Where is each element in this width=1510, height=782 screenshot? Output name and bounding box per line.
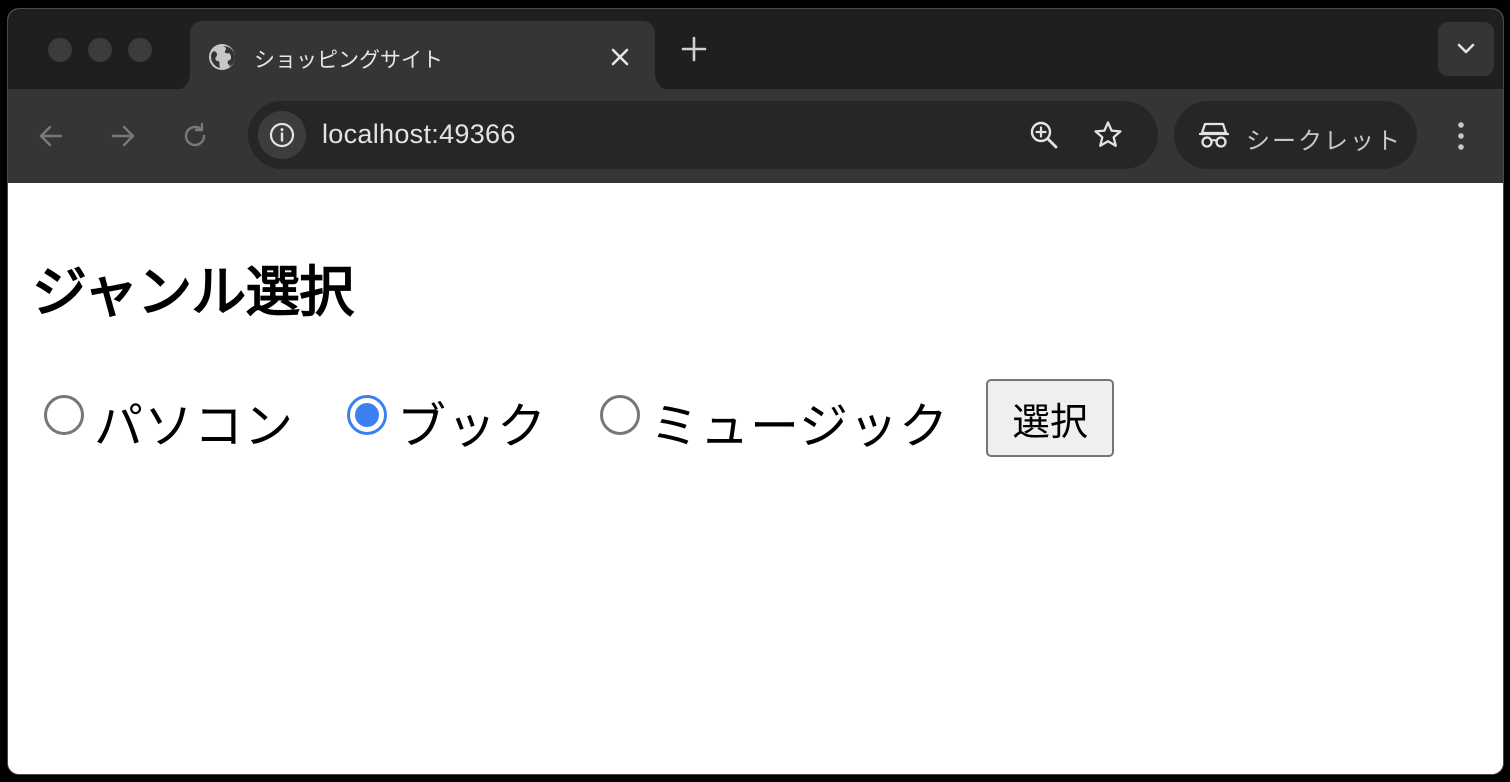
more-vertical-icon[interactable] <box>1448 119 1474 153</box>
incognito-indicator[interactable]: シークレット <box>1174 101 1417 169</box>
radio-pc[interactable] <box>44 395 84 435</box>
page-content: ジャンル選択 パソコン ブック ミュージック 選択 <box>8 183 1503 774</box>
window-minimize-dot[interactable] <box>88 38 112 62</box>
browser-toolbar: localhost:49366 シークレット <box>8 89 1503 183</box>
info-icon <box>269 122 295 148</box>
new-tab-icon[interactable] <box>680 35 708 63</box>
radio-book[interactable] <box>347 395 387 435</box>
genre-option-label: ブック <box>397 398 548 455</box>
window-close-dot[interactable] <box>48 38 72 62</box>
tab-search-button[interactable] <box>1438 22 1494 76</box>
bookmark-star-icon[interactable] <box>1092 119 1124 151</box>
chevron-down-icon <box>1457 43 1475 54</box>
globe-icon <box>209 44 235 70</box>
close-icon[interactable] <box>608 45 632 69</box>
zoom-in-icon[interactable] <box>1028 119 1060 151</box>
browser-window: ショッピングサイト localhost:49366 シークレット ジャンル選択 … <box>7 8 1504 775</box>
incognito-icon <box>1198 122 1230 148</box>
genre-option-label: パソコン <box>94 398 295 455</box>
address-bar[interactable]: localhost:49366 <box>248 101 1158 169</box>
url-text[interactable]: localhost:49366 <box>322 119 516 150</box>
site-info-button[interactable] <box>258 111 306 159</box>
genre-option-label: ミュージック <box>650 398 950 455</box>
window-zoom-dot[interactable] <box>128 38 152 62</box>
tab-title: ショッピングサイト <box>254 48 443 72</box>
incognito-label: シークレット <box>1246 127 1402 155</box>
select-submit-button[interactable]: 選択 <box>986 379 1114 457</box>
forward-arrow-icon[interactable] <box>108 121 138 151</box>
back-arrow-icon[interactable] <box>36 121 66 151</box>
browser-tab-active[interactable]: ショッピングサイト <box>174 21 671 91</box>
radio-music[interactable] <box>600 395 640 435</box>
page-title: ジャンル選択 <box>32 260 354 324</box>
tab-strip: ショッピングサイト <box>8 9 1503 91</box>
reload-icon[interactable] <box>180 121 210 151</box>
